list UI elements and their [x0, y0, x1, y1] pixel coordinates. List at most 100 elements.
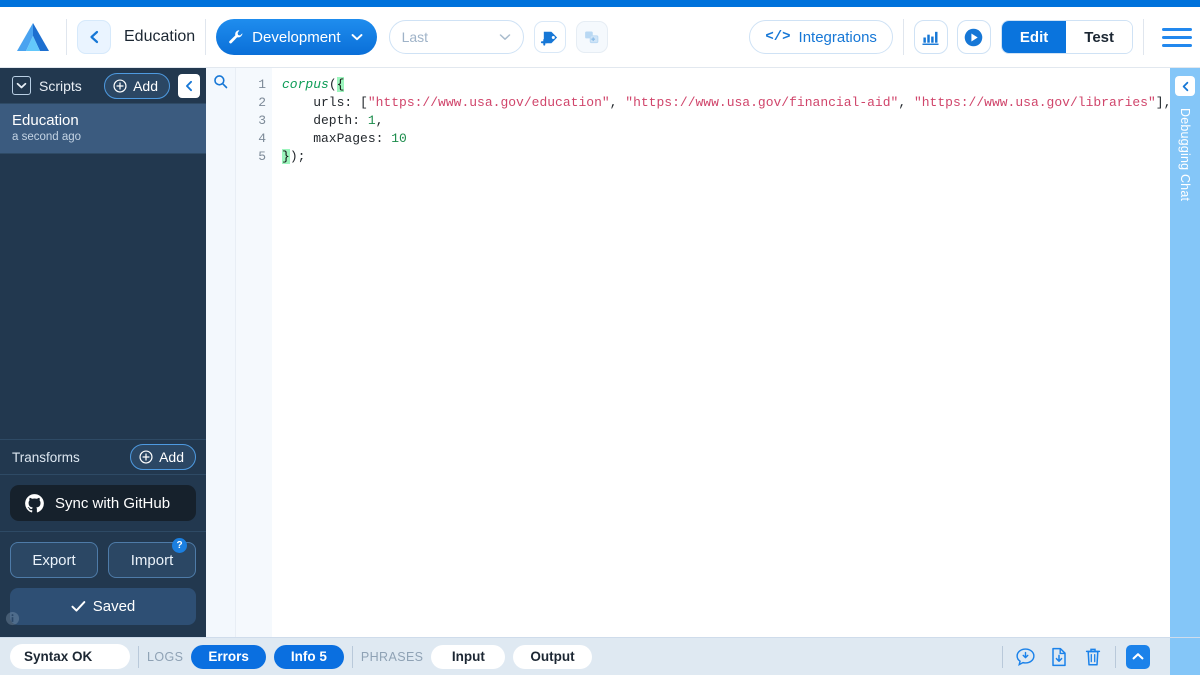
- code-token: maxPages:: [282, 131, 391, 146]
- code-token: ,: [376, 113, 384, 128]
- code-brackets-icon: </>: [765, 29, 790, 45]
- saved-button[interactable]: Saved: [10, 588, 196, 625]
- sidebar-item-education[interactable]: Education a second ago: [0, 104, 206, 154]
- hamburger-menu-icon[interactable]: [1162, 20, 1192, 54]
- left-sidebar: Scripts Add Education a second: [0, 68, 206, 637]
- line-number: 3: [236, 112, 266, 130]
- plus-circle-icon: [113, 79, 127, 93]
- search-icon[interactable]: [213, 74, 228, 637]
- scripts-toggle-checkbox[interactable]: [12, 76, 31, 95]
- chat-collapse-button[interactable]: [1175, 76, 1195, 96]
- top-accent-bar: [0, 0, 1200, 7]
- chevron-left-icon: [184, 80, 194, 92]
- add-transform-label: Add: [159, 449, 184, 465]
- logs-errors-pill[interactable]: Errors: [191, 645, 266, 669]
- editor-gutter: 12345: [236, 68, 272, 637]
- tab-test[interactable]: Test: [1066, 21, 1132, 53]
- editor-code[interactable]: corpus({ urls: ["https://www.usa.gov/edu…: [272, 68, 1170, 637]
- github-icon: [24, 493, 45, 514]
- transforms-label: Transforms: [12, 450, 80, 465]
- code-line: maxPages: 10: [282, 130, 1170, 148]
- code-token: );: [290, 149, 306, 164]
- sidebar-collapse-button[interactable]: [178, 74, 200, 98]
- analytics-button[interactable]: [914, 20, 948, 54]
- transforms-header: Transforms Add: [0, 439, 206, 475]
- github-section: Sync with GitHub: [0, 475, 206, 532]
- code-line: corpus({: [282, 76, 1170, 94]
- code-token: ],: [1156, 95, 1170, 110]
- code-token: depth:: [282, 113, 368, 128]
- bar-chart-icon: [921, 29, 940, 46]
- chevron-up-icon: [1132, 652, 1144, 661]
- chat-download-icon[interactable]: [1013, 645, 1037, 669]
- tab-edit[interactable]: Edit: [1002, 21, 1066, 53]
- toolbar-divider-3: [903, 19, 904, 55]
- export-button[interactable]: Export: [10, 542, 98, 578]
- code-token: ,: [610, 95, 626, 110]
- import-help-badge[interactable]: ?: [172, 538, 187, 553]
- code-token: ,: [898, 95, 914, 110]
- logs-caption: LOGS: [147, 650, 183, 664]
- play-circle-icon: [963, 27, 984, 48]
- status-divider-4: [1115, 646, 1116, 668]
- status-bar-tail: [1170, 638, 1200, 675]
- status-divider: [138, 646, 139, 668]
- export-import-row: Export Import ?: [0, 532, 206, 578]
- plus-circle-icon: [139, 450, 153, 464]
- code-token: }: [282, 149, 290, 164]
- integrations-label: Integrations: [799, 29, 877, 46]
- export-label: Export: [32, 552, 75, 569]
- code-line: });: [282, 148, 1170, 166]
- chevron-down-icon: [351, 33, 363, 41]
- expand-panel-button[interactable]: [1126, 645, 1150, 669]
- tag-button[interactable]: [534, 21, 566, 53]
- line-number: 2: [236, 94, 266, 112]
- mode-tabs: Edit Test: [1001, 20, 1133, 54]
- back-button[interactable]: [77, 20, 111, 54]
- copy-plus-icon: [583, 29, 600, 46]
- saved-label: Saved: [93, 598, 136, 615]
- status-divider-3: [1002, 646, 1003, 668]
- status-divider-2: [352, 646, 353, 668]
- toolbar-divider: [66, 19, 67, 55]
- vectara-logo[interactable]: [10, 17, 56, 57]
- phrases-input-pill[interactable]: Input: [431, 645, 505, 669]
- code-token: {: [337, 77, 345, 92]
- code-token: "https://www.usa.gov/libraries": [914, 95, 1156, 110]
- info-circle-icon[interactable]: [5, 611, 20, 631]
- integrations-button[interactable]: </> Integrations: [749, 20, 893, 54]
- toolbar-action-group: [914, 20, 991, 54]
- environment-selector[interactable]: Development: [216, 19, 376, 55]
- sidebar-empty-space: [0, 154, 206, 439]
- status-actions: [1002, 638, 1192, 675]
- logs-info-pill[interactable]: Info 5: [274, 645, 344, 669]
- code-line: urls: ["https://www.usa.gov/education", …: [282, 94, 1170, 112]
- line-number: 1: [236, 76, 266, 94]
- line-number: 4: [236, 130, 266, 148]
- check-icon: [71, 600, 86, 613]
- file-download-icon[interactable]: [1047, 645, 1071, 669]
- sync-with-github-button[interactable]: Sync with GitHub: [10, 485, 196, 521]
- version-select[interactable]: Last: [389, 20, 524, 54]
- script-name: Education: [12, 112, 194, 129]
- chevron-down-icon: [16, 82, 27, 89]
- duplicate-button[interactable]: [576, 21, 608, 53]
- add-transform-button[interactable]: Add: [130, 444, 196, 470]
- script-timestamp: a second ago: [12, 131, 194, 143]
- import-label: Import: [131, 552, 174, 569]
- import-button[interactable]: Import ?: [108, 542, 196, 578]
- add-script-button[interactable]: Add: [104, 73, 170, 99]
- phrases-output-pill[interactable]: Output: [513, 645, 591, 669]
- run-button[interactable]: [957, 20, 991, 54]
- code-token: (: [329, 77, 337, 92]
- top-toolbar: Education Development Last: [0, 7, 1200, 68]
- chevron-left-icon: [1181, 81, 1190, 92]
- debugging-chat-panel: Debugging Chat: [1170, 68, 1200, 637]
- code-token: "https://www.usa.gov/education": [368, 95, 610, 110]
- code-token: urls: [: [282, 95, 368, 110]
- code-token: 10: [391, 131, 407, 146]
- trash-icon[interactable]: [1081, 645, 1105, 669]
- github-label: Sync with GitHub: [55, 495, 170, 512]
- chevron-down-icon: [499, 33, 511, 41]
- editor-search-rail: [206, 68, 236, 637]
